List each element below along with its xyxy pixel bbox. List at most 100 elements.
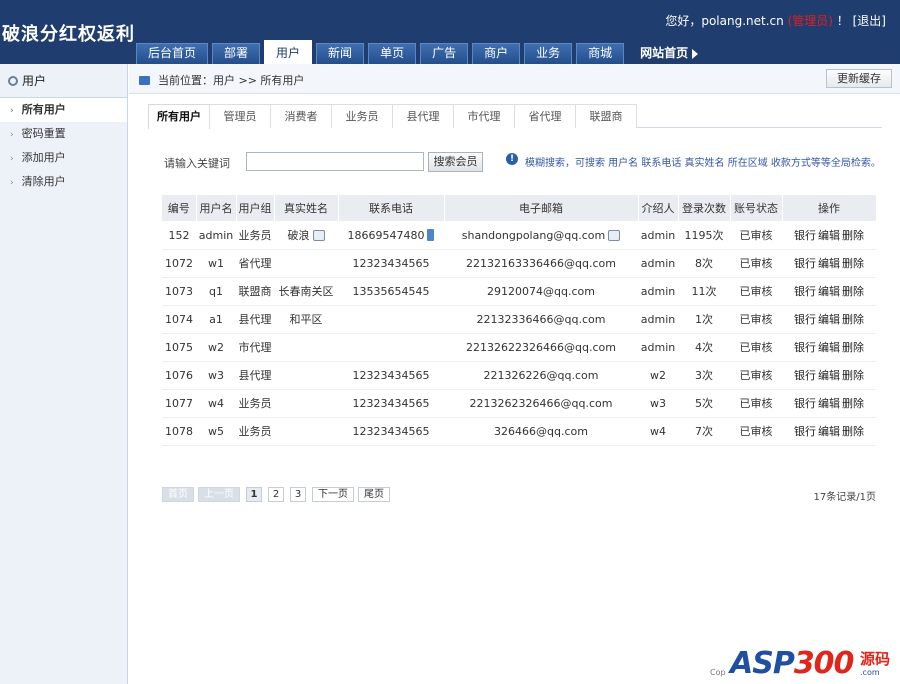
delete-link[interactable]: 删除 xyxy=(842,257,864,270)
id-card-icon[interactable] xyxy=(312,230,325,241)
delete-link[interactable]: 删除 xyxy=(842,425,864,438)
delete-link[interactable]: 删除 xyxy=(842,229,864,242)
pager-page-1[interactable]: 1 xyxy=(246,487,262,502)
bank-link[interactable]: 银行 xyxy=(794,313,816,326)
bank-link[interactable]: 银行 xyxy=(794,285,816,298)
nav-item-ads[interactable]: 广告 xyxy=(420,43,469,64)
bank-link[interactable]: 银行 xyxy=(794,397,816,410)
col-header-username[interactable]: 用户名 xyxy=(196,195,237,222)
delete-link[interactable]: 删除 xyxy=(842,313,864,326)
cell-group: 市代理 xyxy=(236,333,274,362)
col-header-referrer[interactable]: 介绍人 xyxy=(638,195,679,222)
greeting-text: 您好，polang.net.cn xyxy=(665,14,784,28)
cell-group: 业务员 xyxy=(236,417,274,446)
phone-icon[interactable] xyxy=(427,228,435,241)
delete-link[interactable]: 删除 xyxy=(842,397,864,410)
col-header-group[interactable]: 用户组 xyxy=(236,195,275,222)
delete-link[interactable]: 删除 xyxy=(842,369,864,382)
sidebar-item-all-users[interactable]: › 所有用户 xyxy=(0,98,127,122)
table-body: 152 admin 业务员 破浪 18669547480 shandongpolang@q… xyxy=(162,221,876,446)
cell-status: 已审核 xyxy=(730,333,782,362)
tab-city-agents[interactable]: 市代理 xyxy=(453,104,515,128)
admin-link[interactable]: (管理员) xyxy=(788,14,833,28)
nav-item-news[interactable]: 新闻 xyxy=(316,43,365,64)
nav-item-home[interactable]: 后台首页 xyxy=(136,43,209,64)
tab-admins[interactable]: 管理员 xyxy=(209,104,271,128)
cell-id-text: 1077 xyxy=(165,396,193,410)
pager-last-button[interactable]: 尾页 xyxy=(358,487,390,502)
pager-page-3[interactable]: 3 xyxy=(290,487,306,502)
delete-link[interactable]: 删除 xyxy=(842,341,864,354)
tab-county-agents[interactable]: 县代理 xyxy=(392,104,454,128)
pager-prev-button[interactable]: 上一页 xyxy=(198,487,240,502)
col-header-phone[interactable]: 联系电话 xyxy=(338,195,445,222)
nav-item-pages[interactable]: 单页 xyxy=(368,43,417,64)
bank-link[interactable]: 银行 xyxy=(794,425,816,438)
cell-username-text: q1 xyxy=(209,284,223,298)
search-input[interactable] xyxy=(246,152,424,171)
cell-logins-text: 1次 xyxy=(695,313,713,326)
nav-item-business[interactable]: 业务 xyxy=(524,43,573,64)
pager-next-button[interactable]: 下一页 xyxy=(312,487,354,502)
tab-all-users[interactable]: 所有用户 xyxy=(148,104,210,129)
search-members-button[interactable]: 搜索会员 xyxy=(428,152,483,172)
pager-page-2[interactable]: 2 xyxy=(268,487,284,502)
cell-realname xyxy=(274,417,338,446)
sidebar-item-reset-password[interactable]: › 密码重置 xyxy=(0,122,127,146)
nav-item-deploy[interactable]: 部署 xyxy=(212,43,261,64)
edit-link[interactable]: 编辑 xyxy=(818,425,840,438)
edit-link[interactable]: 编辑 xyxy=(818,369,840,382)
cell-username: admin xyxy=(196,221,236,250)
bank-link[interactable]: 银行 xyxy=(794,369,816,382)
delete-link[interactable]: 删除 xyxy=(842,285,864,298)
bank-link[interactable]: 银行 xyxy=(794,229,816,242)
cell-id-text: 1074 xyxy=(165,312,193,326)
cell-email-text: 22132336466@qq.com xyxy=(476,312,606,326)
tab-consumers[interactable]: 消费者 xyxy=(270,104,332,128)
tab-salesmen[interactable]: 业务员 xyxy=(331,104,393,128)
col-header-realname[interactable]: 真实姓名 xyxy=(274,195,339,222)
cell-referrer: admin xyxy=(638,333,678,362)
edit-link[interactable]: 编辑 xyxy=(818,257,840,270)
col-header-logins[interactable]: 登录次数 xyxy=(678,195,731,222)
cell-actions: 银行 编辑 删除 xyxy=(782,277,876,306)
exclaim-text: ！ xyxy=(836,14,849,28)
edit-link[interactable]: 编辑 xyxy=(818,397,840,410)
watermark-url: .com xyxy=(860,668,880,677)
user-bar: 您好，polang.net.cn (管理员) ！ [退出] xyxy=(665,12,886,29)
sidebar-item-clear-users[interactable]: › 清除用户 xyxy=(0,170,127,194)
edit-link[interactable]: 编辑 xyxy=(818,341,840,354)
col-header-status[interactable]: 账号状态 xyxy=(730,195,783,222)
cell-referrer-text: w2 xyxy=(650,368,666,382)
nav-item-merchants[interactable]: 商户 xyxy=(472,43,521,64)
edit-link[interactable]: 编辑 xyxy=(818,285,840,298)
tab-alliance-merchants[interactable]: 联盟商 xyxy=(575,104,637,128)
refresh-cache-button[interactable]: 更新缓存 xyxy=(826,69,892,88)
pager-first-button[interactable]: 首页 xyxy=(162,487,194,502)
cell-referrer-text: admin xyxy=(640,256,676,270)
chevron-right-icon: › xyxy=(10,154,14,164)
sidebar-item-add-user[interactable]: › 添加用户 xyxy=(0,146,127,170)
col-header-email[interactable]: 电子邮箱 xyxy=(444,195,639,222)
cell-username: w3 xyxy=(196,361,236,390)
edit-link[interactable]: 编辑 xyxy=(818,229,840,242)
bank-link[interactable]: 银行 xyxy=(794,341,816,354)
nav-item-mall[interactable]: 商城 xyxy=(576,43,625,64)
bank-link[interactable]: 银行 xyxy=(794,257,816,270)
cell-logins: 11次 xyxy=(678,277,730,306)
cell-status: 已审核 xyxy=(730,417,782,446)
logout-link[interactable]: [退出] xyxy=(853,14,886,28)
edit-link[interactable]: 编辑 xyxy=(818,313,840,326)
cell-logins: 7次 xyxy=(678,417,730,446)
site-home-link[interactable]: 网站首页 xyxy=(640,42,699,64)
cell-phone: 13535654545 xyxy=(338,277,444,306)
cell-realname: 长春南关区 xyxy=(274,277,338,306)
mail-icon[interactable] xyxy=(608,229,621,241)
sidebar-item-label: 添加用户 xyxy=(21,151,66,164)
cell-id: 1073 xyxy=(162,277,196,306)
tab-province-agents[interactable]: 省代理 xyxy=(514,104,576,128)
cell-realname xyxy=(274,249,338,278)
col-header-id[interactable]: 编号 xyxy=(162,195,197,222)
nav-item-users[interactable]: 用户 xyxy=(264,40,313,64)
cell-status: 已审核 xyxy=(730,277,782,306)
